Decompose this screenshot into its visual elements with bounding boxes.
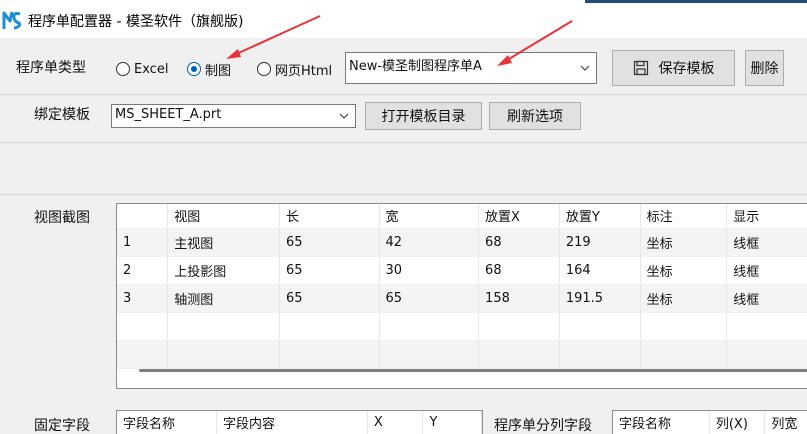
window-title: 程序单配置器 - 模圣软件（旗舰版) — [28, 14, 244, 30]
table-cell[interactable]: 主视图 — [167, 228, 280, 257]
column-header: 标注 — [640, 204, 728, 229]
table-cell[interactable]: 65 — [279, 284, 380, 313]
table-cell[interactable]: 68 — [478, 256, 560, 285]
column-header: 显示 — [726, 204, 807, 229]
radio-circle — [116, 62, 130, 76]
column-header: X — [367, 411, 424, 434]
table-cell[interactable]: 30 — [379, 256, 480, 285]
bind-template-label: 绑定模板 — [34, 107, 90, 123]
table-cell[interactable]: 坐标 — [640, 284, 728, 313]
app-logo-icon — [2, 11, 21, 30]
column-header: 字段名称 — [117, 411, 218, 434]
radio-drawing-label: 制图 — [205, 63, 232, 79]
chevron-down-icon — [339, 113, 349, 119]
column-header: 宽 — [379, 204, 480, 229]
column-header: 列(X) — [709, 411, 766, 434]
table-cell[interactable]: 219 — [559, 228, 641, 257]
sheet-type-label: 程序单类型 — [16, 60, 86, 76]
table-header-row: 视图 长 宽 放置X 放置Y 标注 显示 — [117, 204, 807, 229]
table-cell[interactable]: 上投影图 — [167, 256, 280, 285]
horizontal-scrollbar[interactable] — [139, 369, 807, 372]
table-cell[interactable]: 线框 — [726, 256, 807, 285]
table-cell: 2 — [117, 256, 169, 285]
table-cell: 1 — [117, 228, 169, 257]
table-cell[interactable]: 轴测图 — [167, 284, 280, 313]
radio-circle — [257, 62, 271, 76]
radio-html[interactable]: 网页Html — [257, 59, 332, 79]
fixed-fields-table[interactable]: 字段名称 字段内容 X Y — [116, 410, 483, 434]
radio-circle-checked — [187, 62, 201, 76]
bind-template-select[interactable]: MS_SHEET_A.prt — [111, 104, 356, 128]
open-template-dir-button[interactable]: 打开模板目录 — [365, 102, 482, 130]
views-table[interactable]: 视图 长 宽 放置X 放置Y 标注 显示 1 主视图 65 42 68 219 … — [116, 203, 807, 389]
column-header: 字段内容 — [216, 411, 368, 434]
table-header-row: 字段名称 列(X) 列宽 — [613, 411, 807, 434]
refresh-options-label: 刷新选项 — [507, 109, 563, 125]
table-cell[interactable]: 191.5 — [559, 284, 641, 313]
open-template-dir-label: 打开模板目录 — [381, 109, 466, 125]
table-cell[interactable]: 65 — [379, 284, 480, 313]
table-cell[interactable]: 65 — [279, 256, 380, 285]
table-cell[interactable]: 68 — [478, 228, 560, 257]
template-select[interactable]: New-模圣制图程序单A — [345, 52, 597, 84]
radio-excel-label: Excel — [134, 61, 169, 77]
column-header: 长 — [279, 204, 380, 229]
table-cell[interactable]: 158 — [478, 284, 560, 313]
table-cell[interactable]: 42 — [379, 228, 480, 257]
table-row-empty — [117, 312, 807, 341]
refresh-options-button[interactable]: 刷新选项 — [489, 102, 581, 130]
table-cell[interactable]: 坐标 — [640, 256, 728, 285]
delete-label: 删除 — [750, 61, 779, 77]
table-cell: 3 — [117, 284, 169, 313]
chevron-down-icon — [580, 65, 590, 71]
save-template-button[interactable]: 保存模板 — [612, 50, 735, 86]
table-cell[interactable]: 坐标 — [640, 228, 728, 257]
radio-drawing[interactable]: 制图 — [187, 59, 231, 79]
table-cell[interactable]: 线框 — [726, 284, 807, 313]
floppy-disk-icon — [633, 60, 648, 76]
table-row[interactable]: 2 上投影图 65 30 68 164 坐标 线框 — [117, 256, 807, 285]
fixed-fields-label: 固定字段 — [34, 418, 90, 434]
table-cell[interactable]: 164 — [559, 256, 641, 285]
column-header: 视图 — [167, 204, 280, 229]
column-header: 放置X — [478, 204, 560, 229]
radio-html-label: 网页Html — [275, 63, 333, 79]
table-row[interactable]: 1 主视图 65 42 68 219 坐标 线框 — [117, 228, 807, 257]
title-bar-accent — [585, 0, 807, 3]
column-header: Y — [422, 411, 482, 434]
bind-template-value: MS_SHEET_A.prt — [115, 107, 222, 122]
divider — [0, 94, 807, 95]
views-label: 视图截图 — [34, 210, 90, 226]
divider — [0, 194, 807, 195]
table-row-empty — [117, 340, 807, 369]
column-header: 列宽 — [764, 411, 807, 434]
save-template-label: 保存模板 — [658, 61, 715, 77]
table-cell[interactable]: 65 — [279, 228, 380, 257]
radio-excel[interactable]: Excel — [116, 59, 168, 79]
table-header-row: 字段名称 字段内容 X Y — [117, 411, 482, 434]
title-bar: 程序单配置器 - 模圣软件（旗舰版) — [0, 0, 807, 38]
template-select-value: New-模圣制图程序单A — [349, 59, 482, 74]
delete-button[interactable]: 删除 — [745, 50, 784, 86]
column-header — [117, 204, 169, 229]
column-header: 放置Y — [559, 204, 641, 229]
split-fields-table[interactable]: 字段名称 列(X) 列宽 — [612, 410, 807, 434]
table-cell[interactable]: 线框 — [726, 228, 807, 257]
divider — [0, 142, 807, 143]
table-row[interactable]: 3 轴测图 65 65 158 191.5 坐标 线框 — [117, 284, 807, 313]
column-header: 字段名称 — [613, 411, 710, 434]
split-fields-label: 程序单分列字段 — [494, 418, 592, 434]
